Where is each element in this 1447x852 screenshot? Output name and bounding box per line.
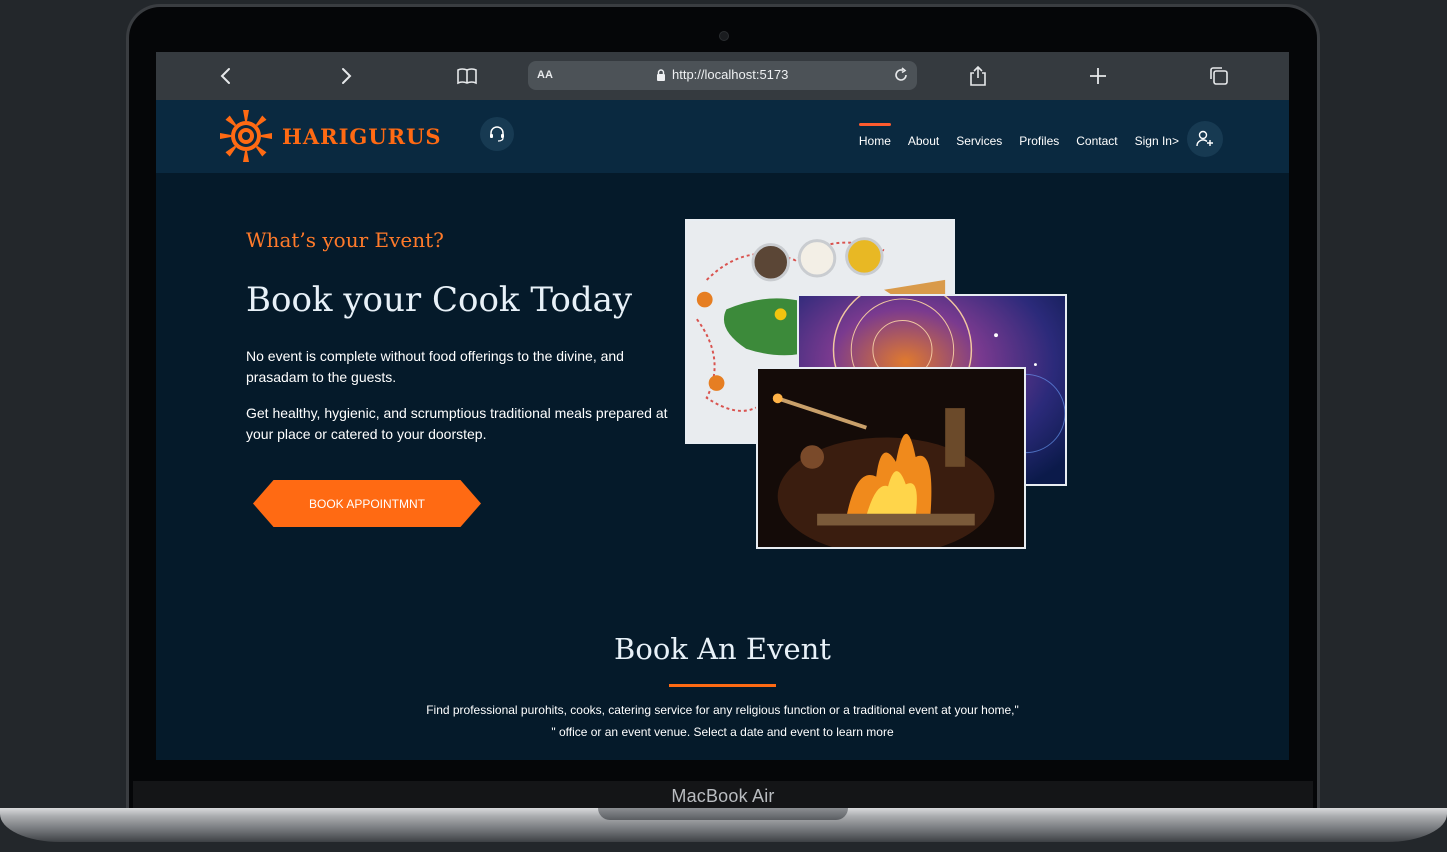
new-tab-plus-icon[interactable] — [1086, 64, 1110, 88]
nav-home[interactable]: Home — [858, 123, 891, 148]
brand-logo[interactable]: HARIGURUS — [218, 108, 442, 164]
lock-icon — [657, 68, 665, 81]
nav-sign-in[interactable]: Sign In> — [1135, 134, 1179, 148]
forward-icon[interactable] — [334, 64, 358, 88]
support-headset-button[interactable] — [480, 117, 514, 151]
fire-ritual-image — [756, 367, 1026, 549]
headset-icon — [490, 126, 504, 142]
hero-paragraph-1: No event is complete without food offeri… — [246, 348, 624, 385]
add-user-icon — [1196, 130, 1213, 147]
brand-name: HARIGURUS — [282, 123, 442, 149]
nav-services[interactable]: Services — [956, 134, 1002, 148]
section-description-line-1: Find professional purohits, cooks, cater… — [426, 703, 1019, 717]
address-bar[interactable]: AA http://localhost:5173 — [528, 61, 917, 90]
section-description-line-2: " office or an event venue. Select a dat… — [551, 725, 894, 739]
back-icon[interactable] — [214, 64, 238, 88]
main-nav: Home About Services Profiles Contact Sig… — [858, 123, 1179, 148]
laptop-notch — [598, 808, 848, 820]
nav-contact[interactable]: Contact — [1076, 134, 1117, 148]
sun-logo-icon — [220, 110, 272, 162]
laptop-chin: MacBook Air — [133, 781, 1313, 811]
url-text: http://localhost:5173 — [672, 67, 789, 82]
share-icon[interactable] — [966, 64, 990, 88]
browser-screen: AA http://localhost:5173 HARIGURUS Home … — [156, 52, 1289, 760]
book-appointment-button[interactable]: BOOK APPOINTMNT — [253, 480, 481, 527]
hero-eyebrow: What’s your Event? — [246, 228, 444, 252]
camera — [719, 31, 729, 41]
browser-toolbar: AA http://localhost:5173 — [156, 52, 1289, 100]
reader-book-icon[interactable] — [455, 64, 479, 88]
site-header: HARIGURUS Home About Services Profiles C… — [156, 100, 1289, 173]
url-display[interactable]: http://localhost:5173 — [656, 67, 788, 82]
nav-about[interactable]: About — [908, 134, 939, 148]
add-user-button[interactable] — [1187, 121, 1223, 157]
reload-icon[interactable] — [891, 65, 911, 85]
device-label: MacBook Air — [671, 785, 775, 806]
section-title: Book An Event — [614, 632, 831, 666]
nav-profiles[interactable]: Profiles — [1019, 134, 1059, 148]
hero-paragraph-2: Get healthy, hygienic, and scrumptious t… — [246, 405, 668, 442]
text-size-button[interactable]: AA — [537, 69, 553, 81]
hero-headline: Book your Cook Today — [246, 280, 633, 320]
section-title-underline — [669, 684, 776, 687]
tabs-overview-icon[interactable] — [1207, 64, 1231, 88]
